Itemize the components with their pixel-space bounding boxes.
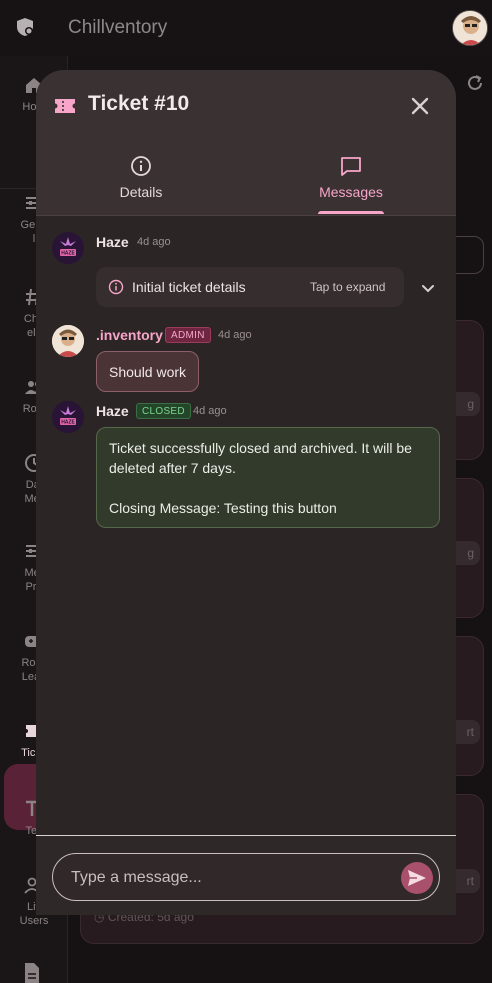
- message-input[interactable]: [71, 866, 371, 890]
- avatar[interactable]: [52, 325, 84, 357]
- expander-title: Initial ticket details: [132, 279, 246, 295]
- svg-text:HAZE: HAZE: [61, 420, 75, 426]
- message-author: Haze: [96, 234, 129, 250]
- app-title: Chillventory: [68, 17, 168, 38]
- dialog-tabs: Details Messages: [36, 140, 456, 216]
- refresh-icon[interactable]: [466, 74, 484, 92]
- message-text: Ticket successfully closed and archived.…: [109, 440, 412, 456]
- dialog-header: Ticket #10: [36, 70, 456, 140]
- message-timestamp: 4d ago: [193, 405, 227, 417]
- composer-area: [36, 835, 456, 915]
- message-bubble: Should work: [96, 351, 200, 392]
- dialog-title: Ticket #10: [88, 92, 190, 115]
- close-icon[interactable]: [408, 94, 432, 118]
- tab-messages[interactable]: Messages: [246, 140, 456, 216]
- message-composer: [52, 853, 440, 901]
- chat-icon: [341, 157, 361, 176]
- info-icon: [108, 279, 124, 295]
- message-timestamp: 4d ago: [218, 329, 252, 341]
- tab-messages-label: Messages: [319, 184, 383, 200]
- active-tab-indicator: [318, 211, 384, 214]
- top-app-bar: Chillventory: [0, 0, 492, 56]
- initial-ticket-details-expander[interactable]: Initial ticket details Tap to expand: [96, 267, 404, 307]
- system-message-bubble: Ticket successfully closed and archived.…: [96, 427, 440, 528]
- message-timestamp: 4d ago: [137, 236, 171, 248]
- user-avatar[interactable]: [452, 10, 488, 46]
- ticket-icon: [55, 99, 75, 113]
- expander-hint: Tap to expand: [310, 280, 386, 294]
- send-icon: [408, 870, 426, 886]
- send-button[interactable]: [401, 862, 433, 894]
- svg-text:HAZE: HAZE: [61, 251, 75, 257]
- message-author: Haze: [96, 403, 129, 419]
- message-text: Closing Message: Testing this button: [109, 500, 337, 516]
- tab-details[interactable]: Details: [36, 140, 246, 216]
- avatar[interactable]: HAZE: [52, 401, 84, 433]
- message-text: deleted after 7 days.: [109, 460, 236, 476]
- info-icon: [131, 156, 151, 176]
- message-author: .inventory: [96, 327, 163, 343]
- closed-badge: CLOSED: [136, 403, 191, 419]
- ticket-dialog: Ticket #10 Details Messages HAZE Haze 4d…: [36, 70, 456, 915]
- chevron-down-icon[interactable]: [418, 278, 438, 298]
- avatar[interactable]: HAZE: [52, 232, 84, 264]
- tab-details-label: Details: [119, 184, 163, 200]
- admin-badge: ADMIN: [165, 327, 211, 343]
- shield-logo-icon: [17, 18, 33, 36]
- document-icon[interactable]: [22, 962, 42, 983]
